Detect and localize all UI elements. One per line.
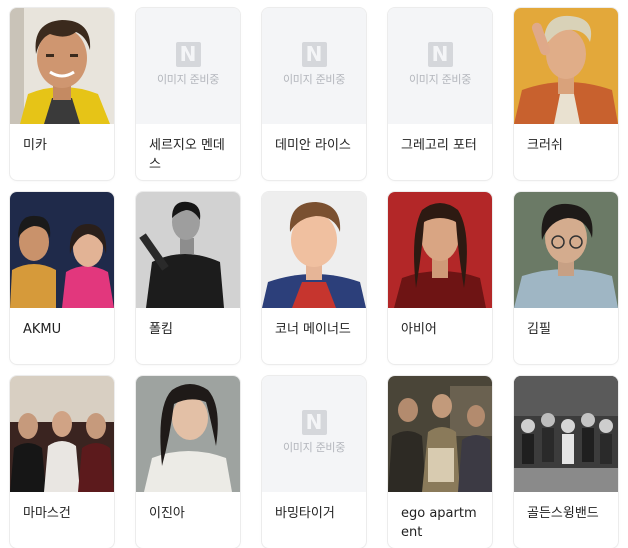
- artist-card[interactable]: 코너 메이너드: [262, 192, 366, 364]
- artist-photo: [388, 376, 492, 492]
- artist-name: 폴킴: [149, 322, 173, 337]
- artist-photo: [262, 192, 366, 308]
- image-placeholder: N 이미지 준비중: [136, 8, 240, 124]
- artist-card[interactable]: N 이미지 준비중 그레고리 포터: [388, 8, 492, 180]
- artist-name: 김필: [527, 322, 551, 337]
- artist-card[interactable]: 마마스건: [10, 376, 114, 548]
- artist-name: ego apartment: [401, 506, 477, 540]
- artist-name: 바밍타이거: [275, 506, 335, 521]
- artist-name: 골든스윙밴드: [527, 506, 599, 521]
- image-placeholder: N 이미지 준비중: [262, 376, 366, 492]
- placeholder-text: 이미지 준비중: [156, 73, 220, 86]
- artist-name: 미카: [23, 138, 47, 153]
- artist-photo: [514, 192, 618, 308]
- artist-name: 크러쉬: [527, 138, 563, 153]
- naver-logo-icon: N: [175, 42, 201, 67]
- artist-card[interactable]: N 이미지 준비중 세르지오 멘데스: [136, 8, 240, 180]
- artist-name: 아비어: [401, 322, 437, 337]
- placeholder-text: 이미지 준비중: [408, 73, 472, 86]
- image-placeholder: N 이미지 준비중: [262, 8, 366, 124]
- artist-name: 마마스건: [23, 506, 71, 521]
- artist-photo: [10, 8, 114, 124]
- artist-card[interactable]: ego apartment: [388, 376, 492, 548]
- artist-name: 데미안 라이스: [275, 138, 351, 153]
- placeholder-text: 이미지 준비중: [282, 73, 346, 86]
- artist-card[interactable]: 이진아: [136, 376, 240, 548]
- artist-grid: 미카 N 이미지 준비중 세르지오 멘데스 N 이미지 준비중 데미안 라이스 …: [0, 0, 628, 548]
- artist-card[interactable]: 김필: [514, 192, 618, 364]
- artist-card[interactable]: N 이미지 준비중 데미안 라이스: [262, 8, 366, 180]
- artist-card[interactable]: 크러쉬: [514, 8, 618, 180]
- artist-name: AKMU: [23, 322, 62, 337]
- artist-photo: [514, 8, 618, 124]
- artist-photo: [136, 376, 240, 492]
- naver-logo-icon: N: [301, 42, 327, 67]
- artist-card[interactable]: 아비어: [388, 192, 492, 364]
- naver-logo-icon: N: [301, 410, 327, 435]
- artist-photo: [10, 376, 114, 492]
- artist-name: 그레고리 포터: [401, 138, 477, 153]
- artist-name: 이진아: [149, 506, 185, 521]
- artist-card[interactable]: N 이미지 준비중 바밍타이거: [262, 376, 366, 548]
- artist-photo: [136, 192, 240, 308]
- artist-card[interactable]: AKMU: [10, 192, 114, 364]
- artist-photo: [10, 192, 114, 308]
- artist-name: 코너 메이너드: [275, 322, 351, 337]
- image-placeholder: N 이미지 준비중: [388, 8, 492, 124]
- artist-name: 세르지오 멘데스: [149, 138, 225, 172]
- artist-photo: [514, 376, 618, 492]
- naver-logo-icon: N: [427, 42, 453, 67]
- placeholder-text: 이미지 준비중: [282, 441, 346, 454]
- artist-card[interactable]: 미카: [10, 8, 114, 180]
- artist-card[interactable]: 골든스윙밴드: [514, 376, 618, 548]
- artist-photo: [388, 192, 492, 308]
- artist-card[interactable]: 폴킴: [136, 192, 240, 364]
